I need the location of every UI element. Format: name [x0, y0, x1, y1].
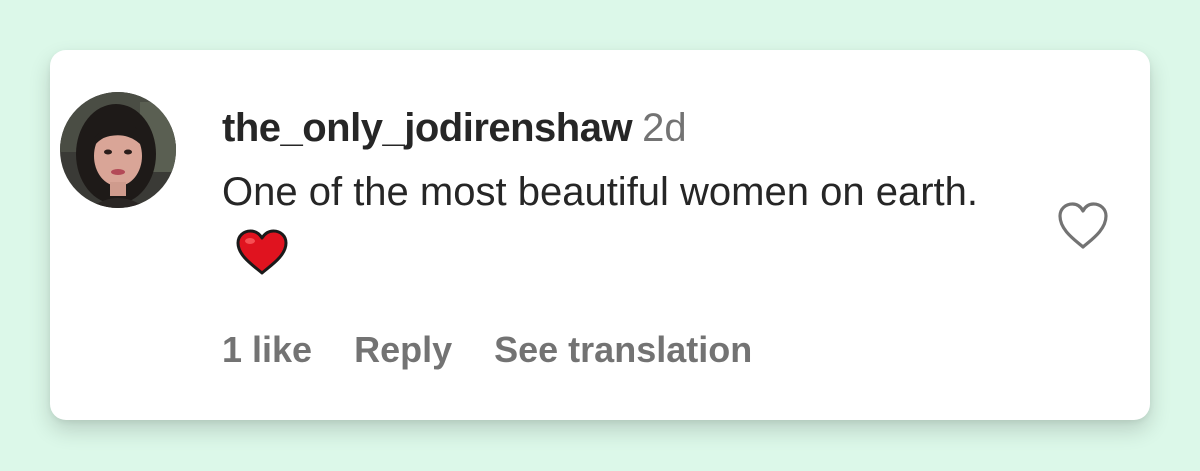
like-button[interactable]	[1055, 200, 1111, 252]
likes-count-button[interactable]: 1 like	[222, 329, 312, 370]
comment-header: the_only_jodirenshaw 2d	[222, 102, 1022, 154]
reply-button[interactable]: Reply	[354, 329, 452, 370]
comment-text: One of the most beautiful women on earth…	[222, 170, 978, 214]
comment-actions: 1 like Reply See translation	[222, 328, 752, 372]
timestamp: 2d	[642, 106, 687, 150]
comment-text-block: One of the most beautiful women on earth…	[222, 160, 1002, 288]
username-link[interactable]: the_only_jodirenshaw	[222, 106, 633, 150]
profile-photo	[60, 92, 176, 208]
heart-outline-icon	[1058, 202, 1108, 249]
see-translation-button[interactable]: See translation	[494, 329, 752, 370]
comment-card: the_only_jodirenshaw 2d One of the most b…	[50, 50, 1150, 420]
comment-body: the_only_jodirenshaw 2d One of the most b…	[222, 102, 1022, 288]
avatar[interactable]	[60, 92, 176, 208]
red-heart-emoji	[236, 229, 288, 275]
